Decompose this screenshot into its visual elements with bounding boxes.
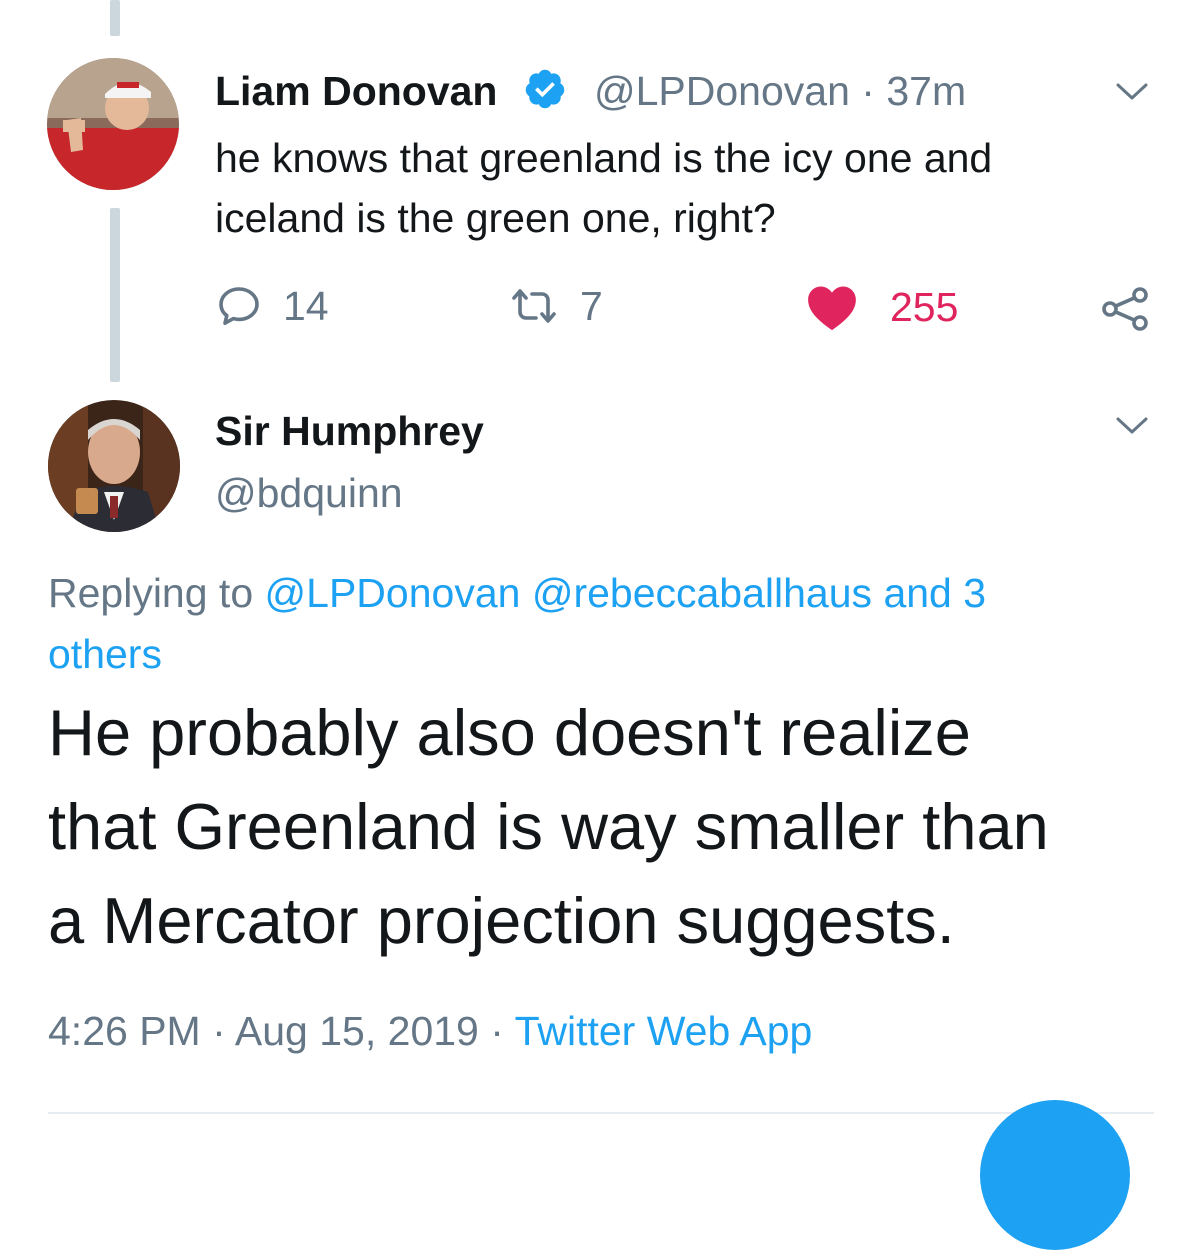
replying-handle-rebeccaballhaus[interactable]: @rebeccaballhaus	[532, 570, 872, 616]
replying-prefix: Replying to	[48, 570, 254, 616]
retweet-action[interactable]: 7	[508, 282, 603, 330]
parent-tweet-text: he knows that greenland is the icy one a…	[215, 128, 992, 248]
parent-handle[interactable]: @LPDonovan · 37m	[594, 68, 966, 115]
parent-display-name[interactable]: Liam Donovan	[215, 68, 497, 115]
replying-to: Replying to @LPDonovan @rebeccaballhaus …	[48, 563, 1148, 685]
tweet-meta: 4:26 PM · Aug 15, 2019 · Twitter Web App	[48, 1008, 812, 1055]
thread-line-bottom	[110, 208, 120, 382]
reply-count: 14	[283, 282, 329, 329]
tweet-date[interactable]: Aug 15, 2019	[235, 1008, 479, 1054]
thread-line-top	[110, 0, 120, 36]
meta-separator-2: ·	[490, 1008, 504, 1054]
avatar-sir-humphrey[interactable]	[48, 400, 180, 532]
parent-text-line-1: he knows that greenland is the icy one a…	[215, 135, 993, 181]
tweet-time[interactable]: 4:26 PM	[48, 1008, 201, 1054]
tweet-source[interactable]: Twitter Web App	[515, 1008, 813, 1054]
reply-text-line-2: that Greenland is way smaller than	[48, 790, 1049, 863]
compose-button[interactable]	[980, 1100, 1130, 1250]
reply-text-line-3: a Mercator projection suggests.	[48, 884, 955, 957]
retweet-count: 7	[580, 282, 603, 329]
chevron-down-icon[interactable]	[1115, 82, 1149, 102]
share-icon[interactable]	[1100, 285, 1150, 333]
divider	[48, 1112, 1154, 1114]
like-count: 255	[890, 283, 959, 330]
reply-display-name[interactable]: Sir Humphrey	[215, 408, 484, 455]
parent-separator: ·	[861, 68, 875, 114]
like-action[interactable]: 255	[804, 282, 958, 332]
verified-badge-icon	[525, 69, 565, 109]
reply-text-line-1: He probably also doesn't realize	[48, 696, 971, 769]
replying-handle-lpdonovan[interactable]: @LPDonovan	[265, 570, 521, 616]
retweet-icon	[512, 289, 556, 323]
heart-icon	[808, 286, 856, 331]
reply-tweet-text: He probably also doesn't realize that Gr…	[48, 686, 1168, 968]
meta-separator-1: ·	[212, 1008, 226, 1054]
chevron-down-icon[interactable]	[1115, 416, 1149, 436]
parent-handle-text[interactable]: @LPDonovan	[594, 68, 850, 114]
replying-others-part-1[interactable]: and 3	[883, 570, 986, 616]
reply-icon	[219, 287, 259, 325]
reply-action[interactable]: 14	[215, 282, 329, 330]
parent-time[interactable]: 37m	[886, 68, 966, 114]
parent-text-line-2: iceland is the green one, right?	[215, 195, 776, 241]
replying-others-part-2[interactable]: others	[48, 631, 162, 677]
reply-handle[interactable]: @bdquinn	[215, 470, 403, 517]
avatar-liam-donovan[interactable]	[47, 58, 179, 190]
